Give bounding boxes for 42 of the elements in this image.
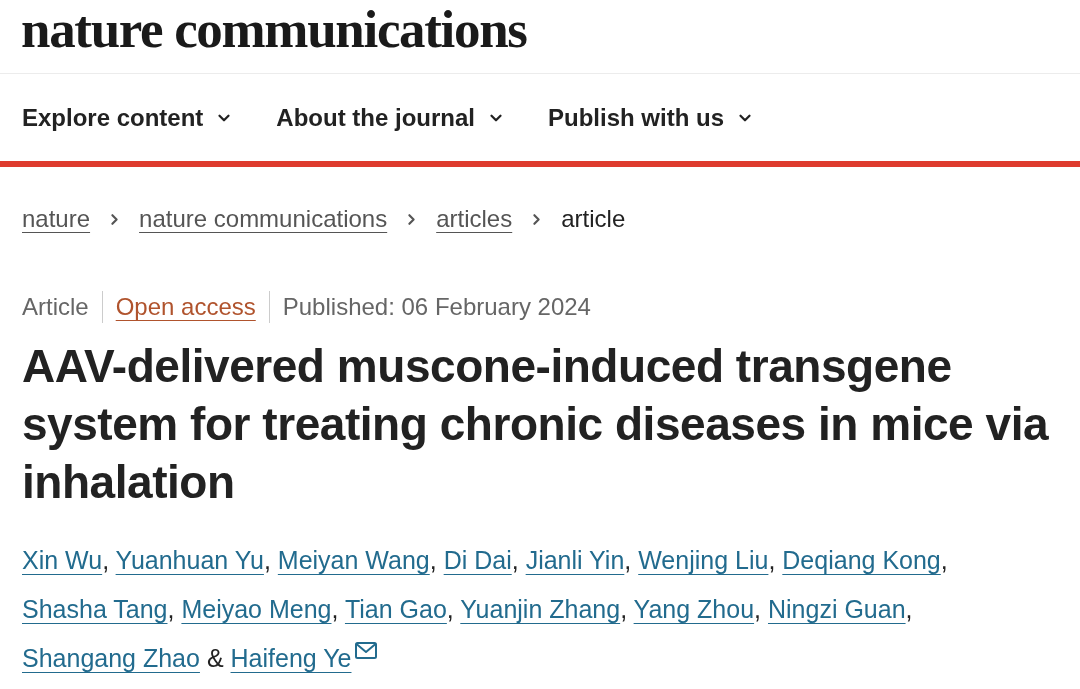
author-link[interactable]: Di Dai	[443, 546, 512, 574]
author-separator: ,	[940, 546, 948, 574]
author-link[interactable]: Tian Gao	[344, 595, 447, 623]
author-link[interactable]: Wenjing Liu	[638, 546, 769, 574]
author-separator: ,	[102, 546, 110, 574]
author-separator: ,	[768, 546, 776, 574]
nav-menu-button[interactable]: Explore content	[22, 99, 234, 136]
open-access-link[interactable]: Open access	[115, 291, 256, 323]
author-separator: ,	[754, 595, 762, 623]
author-link[interactable]: Shangang Zhao	[22, 644, 200, 672]
author-separator: ,	[446, 595, 454, 623]
nav-menu-button[interactable]: Publish with us	[548, 99, 755, 136]
author-separator: ,	[620, 595, 628, 623]
article-type: Article	[22, 292, 89, 322]
author-separator: ,	[263, 546, 271, 574]
author-link[interactable]: Shasha Tang	[22, 595, 168, 623]
author-separator: ,	[905, 595, 913, 623]
breadcrumb-link[interactable]: nature communications	[139, 203, 388, 235]
author-link[interactable]: Ningzi Guan	[768, 595, 906, 623]
author-separator: ,	[429, 546, 437, 574]
breadcrumb-current: article	[561, 204, 626, 234]
author-separator: ,	[167, 595, 175, 623]
author-link[interactable]: Meiyan Wang	[277, 546, 430, 574]
author-link[interactable]: Yuanjin Zhang	[460, 595, 621, 623]
nav-menu-button[interactable]: About the journal	[276, 99, 505, 136]
article-title: AAV-delivered muscone-induced transgene system for treating chronic diseases in mice via inhalation	[22, 339, 1050, 510]
breadcrumb-link[interactable]: nature	[22, 203, 91, 235]
author-link[interactable]: Deqiang Kong	[782, 546, 941, 574]
author-separator: &	[206, 644, 224, 672]
author-link[interactable]: Yang Zhou	[633, 595, 755, 623]
journal-logo[interactable]: nature communications	[21, 0, 527, 58]
published-date: Published: 06 February 2024	[282, 292, 591, 322]
author-separator: ,	[331, 595, 339, 623]
author-separator: ,	[511, 546, 519, 574]
author-link[interactable]: Jianli Yin	[525, 546, 625, 574]
author-link[interactable]: Meiyao Meng	[181, 595, 332, 623]
author-link[interactable]: Yuanhuan Yu	[115, 546, 264, 574]
breadcrumb-link[interactable]: articles	[436, 203, 513, 235]
envelope-icon[interactable]	[355, 642, 378, 659]
author-link[interactable]: Xin Wu	[22, 546, 103, 574]
author-separator: ,	[624, 546, 632, 574]
author-link[interactable]: Haifeng Ye	[230, 644, 352, 672]
